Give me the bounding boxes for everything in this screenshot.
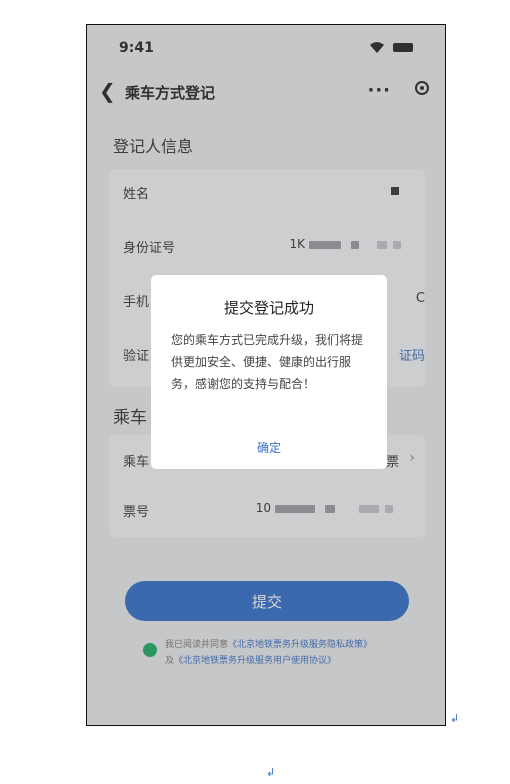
dialog-title: 提交登记成功 (223, 299, 314, 317)
dialog-message: 您的乘车方式已完成升级，我们将提供更加安全、便捷、健康的出行服务，感谢您的支持与… (171, 333, 364, 391)
success-dialog: 提交登记成功 您的乘车方式已完成升级，我们将提供更加安全、便捷、健康的出行服务，… (151, 275, 387, 469)
phone-frame: 9:41 ❮ 乘车方式登记 ··· 登记人信息 姓名 身份证号 1K 手机 C … (86, 24, 446, 726)
paragraph-mark-icon: ↲ (266, 766, 276, 779)
dialog-ok-button[interactable]: 确定 (151, 439, 387, 456)
paragraph-mark-icon: ↲ (450, 712, 460, 725)
